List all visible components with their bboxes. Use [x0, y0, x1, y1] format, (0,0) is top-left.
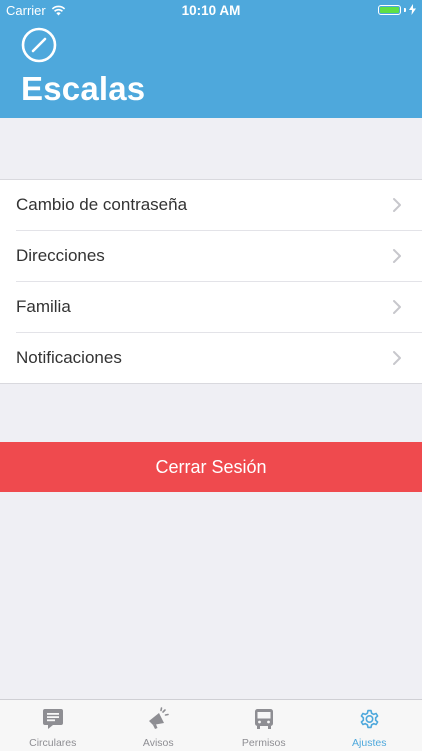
logout-button[interactable]: Cerrar Sesión: [0, 442, 422, 492]
tab-label: Permisos: [211, 737, 317, 749]
settings-item-label: Cambio de contraseña: [16, 195, 187, 215]
status-right: [378, 4, 416, 15]
bus-icon: [252, 707, 276, 731]
chevron-right-icon: [392, 197, 402, 213]
tab-bar: Circulares Avisos Permisos Ajustes: [0, 699, 422, 751]
settings-item-password[interactable]: Cambio de contraseña: [16, 180, 422, 231]
settings-item-label: Familia: [16, 297, 71, 317]
tab-label: Ajustes: [317, 737, 422, 749]
megaphone-icon: [146, 707, 170, 731]
message-icon: [41, 707, 65, 731]
tab-circulares[interactable]: Circulares: [0, 700, 106, 751]
settings-list: Cambio de contraseña Direcciones Familia…: [0, 179, 422, 384]
settings-item-label: Direcciones: [16, 246, 105, 266]
settings-item-family[interactable]: Familia: [16, 282, 422, 333]
tab-ajustes[interactable]: Ajustes: [317, 700, 422, 751]
header: Carrier 10:10 AM Escalas: [0, 0, 422, 118]
chevron-right-icon: [392, 350, 402, 366]
battery-fill: [380, 7, 399, 13]
tab-permisos[interactable]: Permisos: [211, 700, 317, 751]
chevron-right-icon: [392, 248, 402, 264]
tab-label: Avisos: [106, 737, 212, 749]
status-bar: Carrier 10:10 AM: [0, 0, 422, 22]
page-title: Escalas: [21, 70, 145, 108]
charging-bolt-icon: [409, 4, 416, 15]
gear-icon: [357, 707, 381, 731]
battery-cap: [404, 8, 406, 12]
settings-item-addresses[interactable]: Direcciones: [16, 231, 422, 282]
chevron-right-icon: [392, 299, 402, 315]
settings-item-notifications[interactable]: Notificaciones: [16, 333, 422, 383]
tab-avisos[interactable]: Avisos: [106, 700, 212, 751]
tab-label: Circulares: [0, 737, 106, 749]
status-time: 10:10 AM: [0, 3, 422, 18]
battery-icon: [378, 5, 401, 15]
compass-icon[interactable]: [21, 27, 57, 63]
settings-item-label: Notificaciones: [16, 348, 122, 368]
